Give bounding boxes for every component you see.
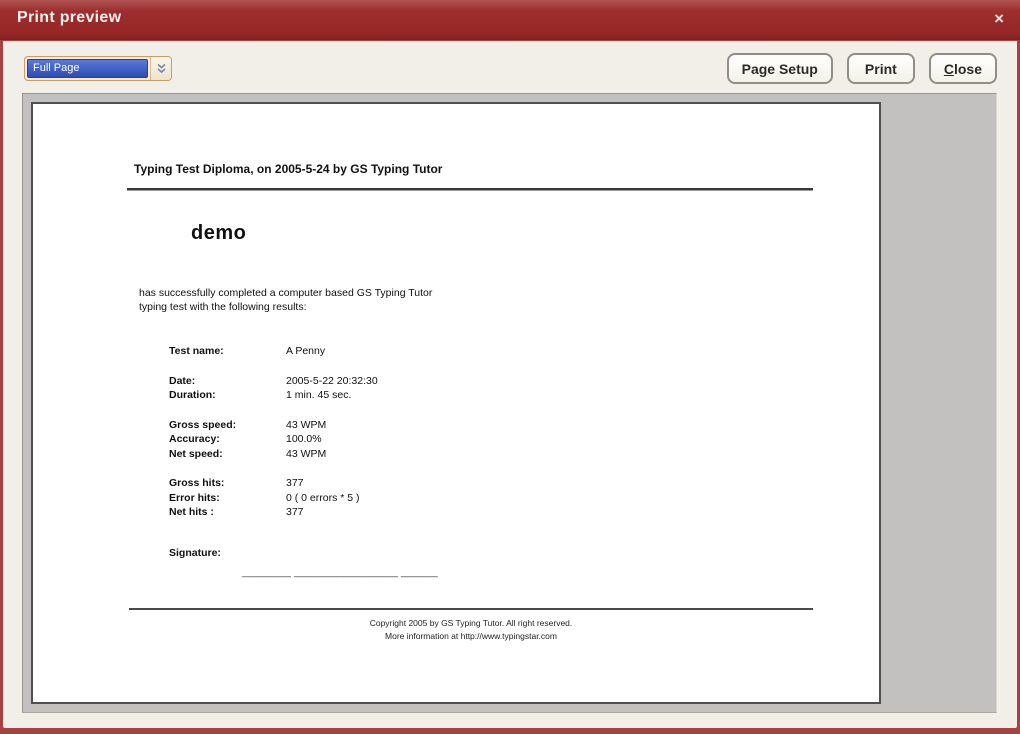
diploma-header: Typing Test Diploma, on 2005-5-24 by GS … [134, 162, 443, 176]
result-row: Error hits: 0 ( 0 errors * 5 ) [169, 491, 378, 506]
result-value: 1 min. 45 sec. [286, 389, 352, 401]
titlebar: Print preview × [0, 0, 1020, 40]
preview-area[interactable]: Typing Test Diploma, on 2005-5-24 by GS … [22, 93, 997, 713]
result-value: 100.0% [286, 433, 322, 445]
result-value: 2005-5-22 20:32:30 [286, 374, 378, 387]
close-button-rest: lose [953, 60, 982, 77]
zoom-select-value: Full Page [27, 59, 148, 78]
result-row: Date: 2005-5-22 20:32:30 [169, 374, 378, 389]
intro-line-1: has successfully completed a computer ba… [139, 287, 433, 299]
footer-text: Copyright 2005 by GS Typing Tutor. All r… [129, 617, 813, 643]
result-label: Test name: [169, 345, 224, 357]
result-label: Duration: [169, 389, 216, 401]
result-group: Test name: A Penny [169, 344, 378, 359]
result-label: Net hits : [169, 506, 214, 518]
recipient-name: demo [191, 222, 247, 244]
result-row: Test name: A Penny [169, 344, 378, 359]
page-setup-button[interactable]: Page Setup [726, 53, 833, 84]
footer-line-2: More information at http://www.typingsta… [385, 631, 557, 641]
result-group: Gross speed: 43 WPM Accuracy: 100.0% Net spe… [169, 418, 378, 462]
dialog-content: Full Page Page Setup Print Close Typing … [3, 41, 1017, 728]
window-title: Print preview [17, 9, 122, 26]
result-row: Gross hits: 377 [169, 476, 378, 491]
zoom-select[interactable]: Full Page [24, 56, 172, 81]
toolbar-buttons: Page Setup Print Close [726, 53, 997, 84]
result-value: A Penny [286, 345, 326, 357]
intro-line-2: typing test with the following results: [139, 301, 307, 313]
result-label: Gross hits: [169, 477, 225, 489]
result-row: Duration: 1 min. 45 sec. [169, 388, 378, 403]
result-row: Net hits : 377 [169, 505, 378, 520]
print-preview-dialog: Print preview × Full Page Page Setup Pri… [0, 0, 1020, 734]
result-value: 43 WPM [286, 418, 327, 431]
footer-rule [129, 608, 813, 610]
result-label: Date: [169, 374, 196, 387]
header-rule [127, 188, 813, 191]
intro-text: has successfully completed a computer ba… [139, 286, 432, 314]
result-value: 43 WPM [286, 447, 327, 460]
close-button-initial: C [943, 60, 954, 77]
result-group: Gross hits: 377 Error hits: 0 ( 0 errors * … [169, 476, 378, 520]
document-page: Typing Test Diploma, on 2005-5-24 by GS … [31, 102, 881, 704]
result-row: Accuracy: 100.0% [169, 432, 378, 447]
close-button[interactable]: Close [928, 53, 997, 84]
result-value: 0 ( 0 errors * 5 ) [286, 491, 360, 504]
result-row: Gross speed: 43 WPM [169, 418, 378, 433]
result-value: 377 [286, 477, 304, 489]
result-value: 377 [286, 506, 304, 518]
signature-line: ________ _________________ ______ [242, 566, 438, 578]
zoom-select-dropdown-button[interactable] [150, 57, 171, 80]
footer-line-1: Copyright 2005 by GS Typing Tutor. All r… [369, 618, 573, 628]
results-list: Test name: A Penny Date: 2005-5-22 20:32:30… [169, 344, 378, 535]
result-label: Gross speed: [169, 418, 237, 431]
result-row: Net speed: 43 WPM [169, 447, 378, 462]
titlebar-close-icon[interactable]: × [994, 7, 1004, 31]
result-label: Error hits: [169, 491, 220, 504]
signature-label: Signature: [169, 547, 221, 559]
result-label: Net speed: [169, 447, 223, 460]
print-button[interactable]: Print [846, 53, 915, 84]
result-group: Date: 2005-5-22 20:32:30 Duration: 1 min. 4… [169, 374, 378, 403]
result-label: Accuracy: [169, 433, 220, 445]
chevron-down-icon [156, 63, 166, 74]
